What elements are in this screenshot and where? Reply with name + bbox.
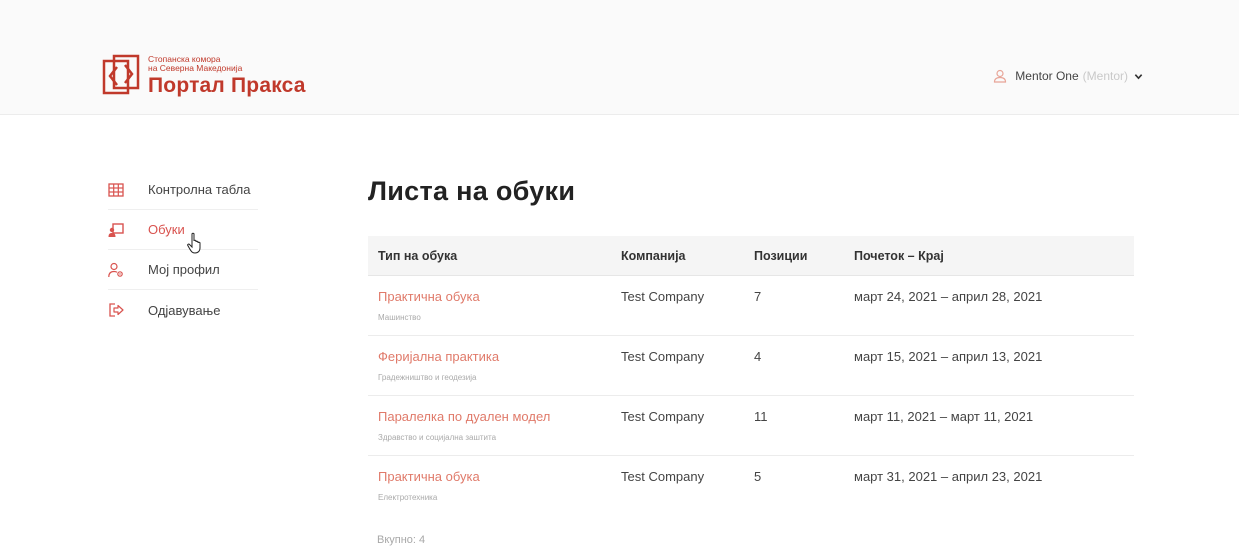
dates-cell: март 31, 2021 – април 23, 2021 — [854, 469, 1043, 484]
training-link[interactable]: Практична обука — [378, 289, 621, 304]
table-header: Тип на обука Компанија Позиции Почеток –… — [368, 236, 1134, 276]
dates-cell: март 15, 2021 – април 13, 2021 — [854, 349, 1043, 364]
table-row: Феријална практика Градежништво и геодез… — [368, 336, 1134, 396]
column-header-dates[interactable]: Почеток – Крај — [854, 249, 1134, 263]
sidebar-nav: Контролна табла Обуки Мој профил Одјавув… — [108, 170, 258, 330]
logo-line2: на Северна Македонија — [148, 63, 243, 73]
training-link[interactable]: Практична обука — [378, 469, 621, 484]
column-header-type[interactable]: Тип на обука — [368, 249, 621, 263]
training-sector: Електротехника — [378, 493, 438, 502]
logo-mark-icon — [102, 54, 140, 95]
total-count: Вкупно: 4 — [377, 534, 426, 546]
sidebar-item-trainings[interactable]: Обуки — [108, 210, 258, 250]
user-role: (Mentor) — [1082, 69, 1128, 83]
company-cell: Test Company — [621, 289, 705, 304]
logo-title: Портал Пракса — [148, 74, 306, 97]
sidebar-item-profile[interactable]: Мој профил — [108, 250, 258, 290]
trainings-table: Тип на обука Компанија Позиции Почеток –… — [368, 236, 1134, 516]
hand-cursor-icon — [187, 232, 201, 254]
company-cell: Test Company — [621, 469, 705, 484]
sidebar-item-label: Контролна табла — [148, 182, 251, 197]
training-sector: Градежништво и геодезија — [378, 373, 477, 382]
dates-cell: март 24, 2021 – април 28, 2021 — [854, 289, 1043, 304]
positions-cell: 11 — [754, 409, 768, 424]
profile-settings-icon — [108, 262, 123, 277]
table-row: Практична обука Електротехника Test Comp… — [368, 456, 1134, 516]
page-title: Листа на обуки — [368, 176, 576, 206]
user-icon — [994, 69, 1007, 83]
sidebar-item-dashboard[interactable]: Контролна табла — [108, 170, 258, 210]
training-icon — [108, 222, 124, 237]
company-cell: Test Company — [621, 409, 705, 424]
column-header-company[interactable]: Компанија — [621, 249, 754, 263]
table-row: Паралелка по дуален модел Здравство и со… — [368, 396, 1134, 456]
user-menu[interactable]: Mentor One (Mentor) — [993, 69, 1143, 83]
training-sector: Здравство и социјална заштита — [378, 433, 497, 442]
training-link[interactable]: Феријална практика — [378, 349, 621, 364]
sidebar-item-label: Обуки — [148, 222, 185, 237]
logout-icon — [109, 303, 124, 317]
company-cell: Test Company — [621, 349, 705, 364]
sidebar-item-label: Одјавување — [148, 302, 221, 318]
training-sector: Машинство — [378, 313, 421, 322]
column-header-positions[interactable]: Позиции — [754, 249, 854, 263]
logo[interactable]: Стопанска комора на Северна Македонија П… — [101, 53, 306, 99]
sidebar-item-label: Мој профил — [148, 262, 220, 277]
chevron-down-icon[interactable] — [1134, 72, 1143, 81]
positions-cell: 4 — [754, 349, 762, 364]
positions-cell: 7 — [754, 289, 762, 304]
sidebar-item-logout[interactable]: Одјавување — [108, 290, 258, 330]
positions-cell: 5 — [754, 469, 762, 484]
dates-cell: март 11, 2021 – март 11, 2021 — [854, 409, 1034, 424]
app-header: Стопанска комора на Северна Македонија П… — [0, 0, 1239, 115]
dashboard-grid-icon — [108, 182, 124, 197]
training-link[interactable]: Паралелка по дуален модел — [378, 409, 621, 424]
table-row: Практична обука Машинство Test Company 7… — [368, 276, 1134, 336]
user-name: Mentor One — [1015, 69, 1079, 83]
